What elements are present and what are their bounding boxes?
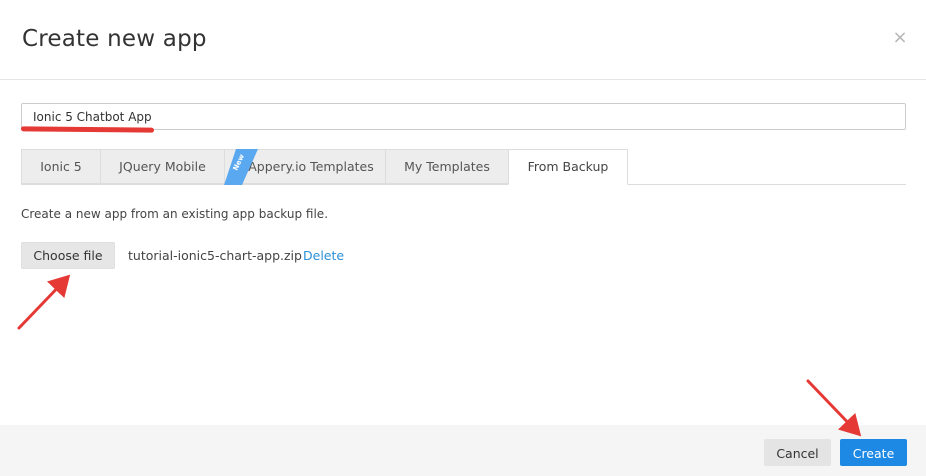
tab-jquery-mobile[interactable]: JQuery Mobile: [100, 149, 225, 184]
delete-file-link[interactable]: Delete: [303, 248, 344, 263]
tab-appery-templates[interactable]: Appery.io Templates: [224, 149, 386, 184]
close-icon[interactable]: ×: [890, 28, 910, 48]
dialog-header: Create new app ×: [0, 0, 926, 80]
dialog-title: Create new app: [22, 26, 207, 52]
tab-ionic5[interactable]: Ionic 5: [21, 149, 101, 184]
selected-file-name: tutorial-ionic5-chart-app.zip: [128, 248, 302, 263]
backup-description: Create a new app from an existing app ba…: [21, 207, 329, 221]
tab-my-templates[interactable]: My Templates: [385, 149, 509, 184]
tab-from-backup[interactable]: From Backup: [508, 149, 628, 185]
create-button[interactable]: Create: [840, 439, 907, 466]
annotation-underline: [20, 126, 155, 133]
app-name-input[interactable]: [21, 103, 906, 130]
cancel-button[interactable]: Cancel: [764, 439, 831, 466]
choose-file-button[interactable]: Choose file: [21, 242, 115, 269]
annotation-arrow-choose: [17, 274, 71, 330]
template-tabs: Ionic 5 JQuery Mobile Appery.io Template…: [21, 149, 906, 185]
